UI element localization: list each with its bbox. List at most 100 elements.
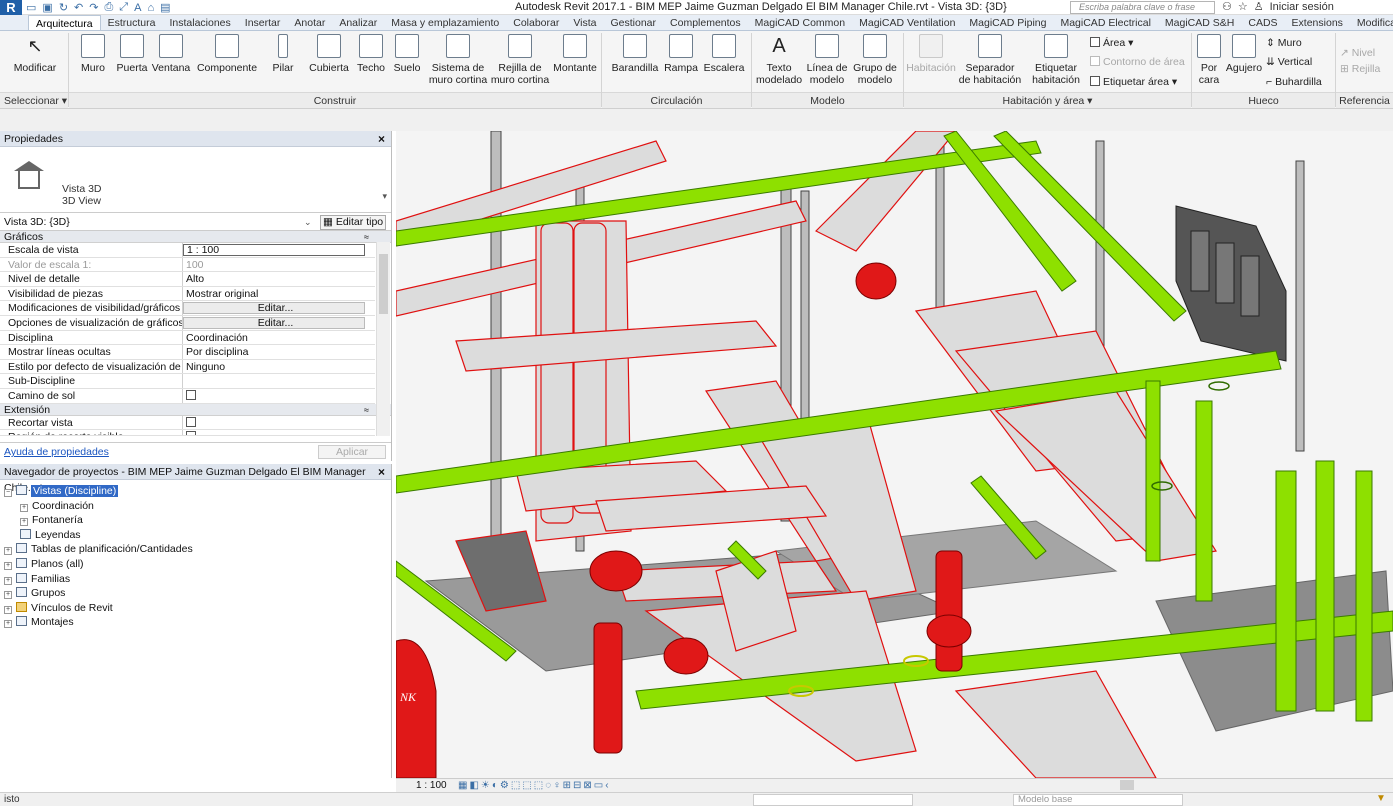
property-row[interactable]: Disciplina Coordinación [0,330,375,346]
redo-icon[interactable]: ↷ [89,1,98,14]
tab-instalaciones[interactable]: Instalaciones [162,15,237,30]
habitacion-button[interactable]: Habitación [906,34,956,74]
agujero-button[interactable]: Agujero [1224,34,1264,74]
edit-vg-button[interactable]: Editar... [183,302,365,314]
linea-modelo-button[interactable]: Línea de modelo [804,34,850,86]
home-icon[interactable]: ⌂ [147,2,154,14]
sistema-muro-cortina-button[interactable]: Sistema de muro cortina [428,34,488,86]
tab-cads[interactable]: CADS [1241,15,1284,30]
view-scale[interactable]: 1 : 100 [416,779,447,792]
tab-gestionar[interactable]: Gestionar [604,15,664,30]
property-row[interactable]: Estilo por defecto de visualización de a… [0,359,375,375]
crop-visible-checkbox[interactable] [186,431,196,436]
tab-magicad-ventilation[interactable]: MagiCAD Ventilation [852,15,962,30]
separador-habitacion-button[interactable]: Separador de habitación [958,34,1022,86]
texto-modelado-button[interactable]: A Texto modelado [756,34,802,86]
rejilla-button[interactable]: ⊞ Rejilla [1340,63,1380,76]
ventana-button[interactable]: Ventana [150,34,192,74]
window-icon[interactable]: ▤ [160,1,170,14]
tab-modificar[interactable]: Modificar [1350,15,1393,30]
design-option-selector[interactable]: Modelo base [1013,794,1183,806]
etiquetar-habitacion-button[interactable]: Etiquetar habitación [1028,34,1084,86]
tab-estructura[interactable]: Estructura [101,15,163,30]
hueco-por-cara-button[interactable]: Por cara [1196,34,1222,86]
tab-arquitectura[interactable]: Arquitectura [28,15,101,30]
tab-insertar[interactable]: Insertar [238,15,288,30]
close-icon[interactable]: × [378,464,385,480]
property-row[interactable]: Sub-Discipline [0,374,375,389]
property-row[interactable]: Visibilidad de piezas Mostrar original [0,286,375,302]
tab-colaborar[interactable]: Colaborar [506,15,566,30]
user-icon[interactable]: ♙ [1254,0,1264,15]
view-scroll-thumb[interactable] [1120,780,1134,790]
print-icon[interactable]: ⎙ [104,1,113,14]
componente-button[interactable]: Componente [196,34,258,74]
search-input[interactable]: Escriba palabra clave o frase [1070,1,1215,14]
expand-icon[interactable]: + [4,605,12,614]
rampa-button[interactable]: Rampa [664,34,698,74]
workset-selector[interactable] [753,794,913,806]
pilar-button[interactable]: Pilar [268,34,298,74]
escalera-button[interactable]: Escalera [702,34,746,74]
star-icon[interactable]: ☆ [1238,0,1248,15]
modificar-button[interactable]: ↖ Modificar [10,34,60,74]
montante-button[interactable]: Montante [552,34,598,74]
scale-field[interactable]: 1 : 100 [183,244,365,256]
text-icon[interactable]: A [134,2,141,14]
puerta-button[interactable]: Puerta [114,34,150,74]
vertical-button[interactable]: ⇊ Vertical [1266,56,1312,69]
hueco-muro-button[interactable]: ⇕ Muro [1266,37,1302,50]
binoculars-icon[interactable]: ⚇ [1222,0,1232,15]
edit-type-button[interactable]: ▦ Editar tipo [320,215,387,230]
group-extension[interactable]: Extensión ≈ [0,403,391,416]
tab-masa[interactable]: Masa y emplazamiento [384,15,506,30]
apply-button[interactable]: Aplicar [318,445,386,459]
tree-item-vistas[interactable]: − Vistas (Discipline) [0,484,390,499]
expand-icon[interactable]: + [4,620,12,629]
grupo-modelo-button[interactable]: Grupo de modelo [852,34,898,86]
type-selector[interactable]: Vista 3D 3D View ▾ [0,147,391,213]
view-control-icons[interactable]: ▦◧☀◐⚙⬚⬚⬚◌♀⊞⊟⊠▭‹ [458,780,611,791]
save-icon[interactable]: ▣ [42,1,52,14]
tree-item-grupos[interactable]: + Grupos [0,586,390,601]
group-habitacion[interactable]: Habitación y área ▾ [904,92,1191,108]
expand-icon[interactable]: + [4,561,12,570]
application-menu-button[interactable]: R [0,0,22,15]
tab-anotar[interactable]: Anotar [287,15,332,30]
tab-analizar[interactable]: Analizar [332,15,384,30]
tab-magicad-common[interactable]: MagiCAD Common [748,15,852,30]
tree-item-tablas[interactable]: + Tablas de planificación/Cantidades [0,542,390,557]
expand-icon[interactable]: + [4,547,12,556]
tree-item-familias[interactable]: + Familias [0,572,390,587]
tab-magicad-electrical[interactable]: MagiCAD Electrical [1053,15,1157,30]
area-button[interactable]: Área ▾ [1090,37,1133,50]
collapse-icon[interactable]: − [4,489,12,497]
group-graficos[interactable]: Gráficos ≈ [0,231,391,243]
undo-icon[interactable]: ↶ [74,1,83,14]
tree-item-montajes[interactable]: + Montajes [0,615,390,630]
techo-button[interactable]: Techo [356,34,386,74]
nivel-button[interactable]: ↗ Nivel [1340,47,1375,60]
barandilla-button[interactable]: Barandilla [610,34,660,74]
tree-item-vinculos[interactable]: + Vínculos de Revit [0,601,390,616]
sync-icon[interactable]: ↻ [59,1,68,14]
properties-help-link[interactable]: Ayuda de propiedades [4,446,109,458]
tree-item-fontaneria[interactable]: + Fontanería [0,513,390,528]
tree-item-leyendas[interactable]: Leyendas [0,528,390,543]
tab-extensions[interactable]: Extensions [1285,15,1350,30]
measure-icon[interactable]: ⤢ [119,1,128,14]
properties-scrollbar[interactable] [376,242,390,436]
muro-button[interactable]: Muro [78,34,108,74]
close-icon[interactable]: × [378,131,385,147]
expand-icon[interactable]: + [20,518,28,527]
contorno-area-button[interactable]: Contorno de área [1090,56,1185,69]
etiquetar-area-button[interactable]: Etiquetar área ▾ [1090,76,1177,89]
expand-icon[interactable]: + [4,576,12,585]
group-seleccionar[interactable]: Seleccionar ▾ [0,92,68,108]
property-row[interactable]: Mostrar líneas ocultas Por disciplina [0,345,375,360]
3d-viewport[interactable]: NK [396,131,1393,778]
edit-display-button[interactable]: Editar... [183,316,365,329]
crop-view-checkbox[interactable] [186,416,196,427]
tree-item-planos[interactable]: + Planos (all) [0,557,390,572]
tab-vista[interactable]: Vista [566,15,603,30]
